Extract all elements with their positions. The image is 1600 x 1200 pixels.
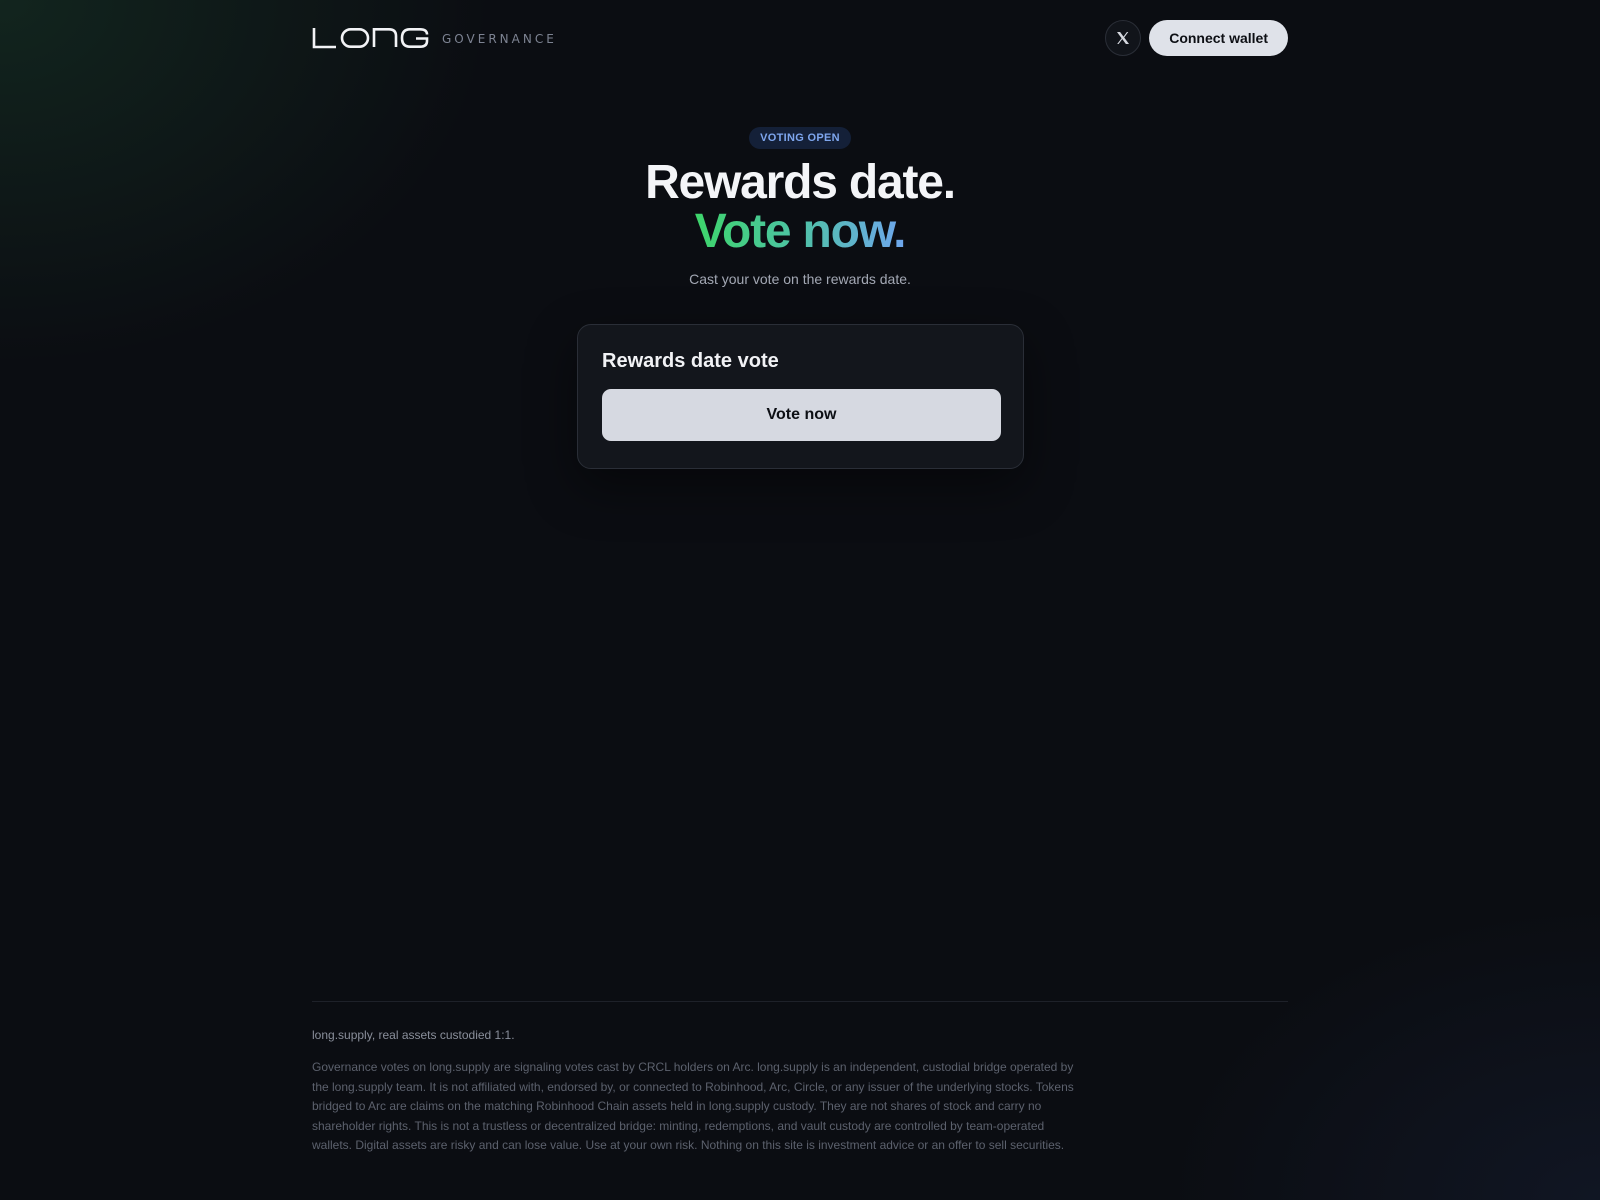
vote-now-button[interactable]: Vote now xyxy=(602,389,1001,441)
voting-status-badge: VOTING OPEN xyxy=(749,127,851,149)
footer: long.supply, real assets custodied 1:1. … xyxy=(312,1001,1288,1156)
connect-wallet-button[interactable]: Connect wallet xyxy=(1149,20,1288,56)
top-bar: GOVERNANCE Connect wallet xyxy=(312,20,1288,56)
hero-title-accent: Vote now. xyxy=(694,205,907,258)
footer-disclaimer: Governance votes on long.supply are sign… xyxy=(312,1060,1074,1152)
brand[interactable]: GOVERNANCE xyxy=(312,27,557,49)
footer-tagline: long.supply, real assets custodied 1:1. xyxy=(312,1028,515,1042)
hero-section: VOTING OPEN Rewards date. Vote now. Cast… xyxy=(0,127,1600,287)
long-logo[interactable] xyxy=(312,27,430,49)
header-actions: Connect wallet xyxy=(1105,20,1288,56)
x-social-button[interactable] xyxy=(1105,20,1142,56)
brand-subtitle: GOVERNANCE xyxy=(442,32,557,46)
vote-card-title: Rewards date vote xyxy=(602,350,779,372)
x-logo-icon xyxy=(1117,32,1130,44)
hero-subtitle: Cast your vote on the rewards date. xyxy=(689,271,911,287)
rewards-vote-card: Rewards date vote Vote now xyxy=(577,324,1024,469)
hero-title: Rewards date. xyxy=(645,156,956,209)
